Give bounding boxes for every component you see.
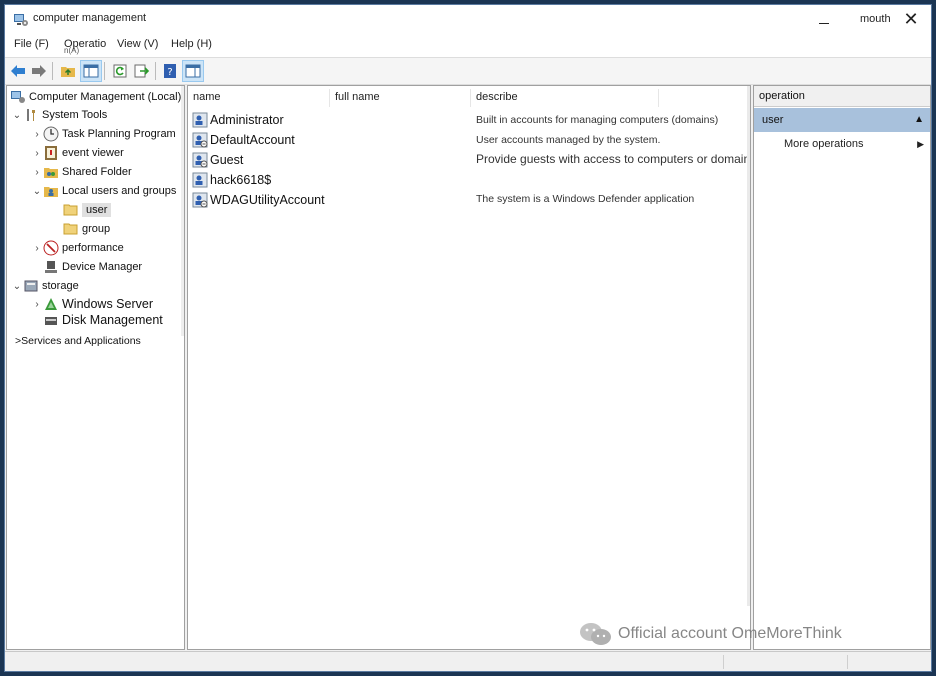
chevron-right-icon[interactable]: › (31, 129, 43, 140)
clock-icon (43, 126, 59, 142)
menu-bar: File (F) Operatio n(A) View (V) Help (H) (5, 35, 931, 57)
user-description: User accounts managed by the system. (476, 134, 661, 146)
user-description: Built in accounts for managing computers… (476, 114, 719, 126)
status-bar (5, 651, 931, 671)
chevron-down-icon[interactable]: ⌄ (31, 186, 43, 197)
folder-open-icon (63, 204, 78, 216)
tree-item-storage[interactable]: ⌄ storage (11, 277, 79, 295)
table-row[interactable]: Guest (192, 150, 243, 170)
submenu-arrow-icon: ▶ (917, 139, 924, 149)
wechat-icon (580, 623, 611, 645)
shared-folder-icon (44, 168, 58, 178)
table-row[interactable]: Administrator (192, 110, 284, 130)
computer-management-app-icon (14, 14, 28, 26)
chevron-down-icon[interactable]: ⌄ (11, 281, 23, 292)
actions-header: operation (754, 86, 930, 107)
chevron-right-icon[interactable]: › (31, 299, 43, 310)
user-name: Administrator (210, 113, 284, 127)
actions-section-label: user (762, 114, 784, 126)
actions-section-user[interactable]: user ▲ (754, 108, 930, 132)
title-bar: computer management mouth ✕ (5, 5, 931, 35)
toolbar-separator (155, 62, 156, 80)
user-name: hack6618$ (210, 173, 272, 187)
console-tree: Computer Management (Local) ⌄ System Too… (6, 85, 185, 650)
performance-icon (43, 240, 59, 256)
storage-icon (24, 280, 38, 292)
forward-arrow-icon[interactable] (29, 61, 49, 81)
user-disabled-icon (192, 132, 208, 148)
user-disabled-icon (192, 152, 208, 168)
device-manager-icon (45, 261, 57, 273)
minimize-button[interactable] (815, 8, 835, 32)
back-arrow-icon[interactable] (8, 61, 28, 81)
watermark: Official account OmeMoreThink (578, 621, 842, 647)
tree-item-system-tools[interactable]: ⌄ System Tools (11, 106, 107, 124)
list-scrollbar[interactable] (747, 86, 750, 606)
svg-text:?: ? (167, 67, 172, 78)
user-disabled-icon (192, 192, 208, 208)
table-row[interactable]: WDAGUtilityAccount (192, 190, 325, 210)
table-row[interactable]: hack6618$ (192, 170, 271, 190)
user-icon (192, 112, 208, 128)
tools-icon (27, 109, 35, 121)
event-viewer-icon (45, 146, 57, 160)
export-list-icon[interactable] (132, 61, 152, 81)
user-name: Guest (210, 153, 244, 167)
menu-view[interactable]: View (V) (117, 38, 158, 50)
help-icon[interactable]: ? (160, 61, 180, 81)
watermark-text: Official account OmeMoreThink (618, 625, 842, 642)
user-icon (192, 172, 208, 188)
tree-item-local-users-groups[interactable]: ⌄ Local users and groups (31, 182, 176, 200)
users-groups-icon (44, 187, 58, 197)
show-hide-tree-icon[interactable] (80, 60, 102, 82)
user-description: The system is a Windows Defender applica… (476, 193, 695, 205)
chevron-right-icon[interactable]: › (31, 167, 43, 178)
tree-item-task-scheduler[interactable]: › Task Planning Program (31, 125, 176, 143)
status-divider (723, 655, 724, 669)
table-row[interactable]: DefaultAccount (192, 130, 295, 150)
column-header-describe[interactable]: describe (471, 89, 659, 107)
tree-root[interactable]: Computer Management (Local) (10, 88, 181, 106)
chevron-down-icon[interactable]: ⌄ (11, 110, 23, 121)
user-list-pane: name full name describe Administrator Bu… (187, 85, 751, 650)
disk-management-icon (45, 317, 57, 325)
toolbar-separator (104, 62, 105, 80)
menu-help[interactable]: Help (H) (171, 38, 212, 50)
computer-management-window: computer management mouth ✕ File (F) Ope… (4, 4, 932, 672)
tree-scrollbar[interactable] (181, 86, 184, 336)
toolbar-separator (52, 62, 53, 80)
collapse-up-icon[interactable]: ▲ (914, 108, 924, 132)
menu-operation-hint: n(A) (64, 46, 80, 55)
folder-icon (63, 223, 78, 235)
column-header-name[interactable]: name (188, 89, 330, 107)
user-name: WDAGUtilityAccount (210, 193, 325, 207)
actions-pane: operation user ▲ More operations ▶ (753, 85, 931, 650)
user-name: DefaultAccount (210, 133, 295, 147)
up-folder-icon[interactable] (58, 61, 78, 81)
status-divider (847, 655, 848, 669)
show-action-pane-icon[interactable] (182, 60, 204, 82)
menu-file[interactable]: File (F) (14, 38, 49, 50)
tree-item-disk-management[interactable]: Disk Management (43, 311, 163, 329)
tree-item-group[interactable]: group (63, 220, 110, 238)
windows-server-backup-icon (45, 298, 57, 310)
chevron-right-icon[interactable]: › (31, 148, 43, 159)
maximize-button[interactable]: mouth (860, 13, 891, 25)
tree-item-performance[interactable]: › performance (31, 239, 124, 257)
refresh-icon[interactable] (110, 61, 130, 81)
tree-item-services-applications[interactable]: >Services and Applications (15, 332, 141, 350)
tree-item-shared-folder[interactable]: › Shared Folder (31, 163, 132, 181)
column-header-full-name[interactable]: full name (330, 89, 471, 107)
tree-item-device-manager[interactable]: Device Manager (43, 258, 142, 276)
close-button[interactable]: ✕ (901, 10, 921, 30)
more-operations-link[interactable]: More operations (784, 138, 864, 150)
toolbar: ? (5, 57, 931, 85)
tree-item-event-viewer[interactable]: › event viewer (31, 144, 124, 162)
window-title: computer management (33, 12, 147, 24)
user-description: Provide guests with access to computers … (476, 152, 750, 166)
computer-management-icon (11, 91, 25, 103)
chevron-right-icon[interactable]: › (31, 243, 43, 254)
tree-item-user[interactable]: user (63, 201, 112, 219)
